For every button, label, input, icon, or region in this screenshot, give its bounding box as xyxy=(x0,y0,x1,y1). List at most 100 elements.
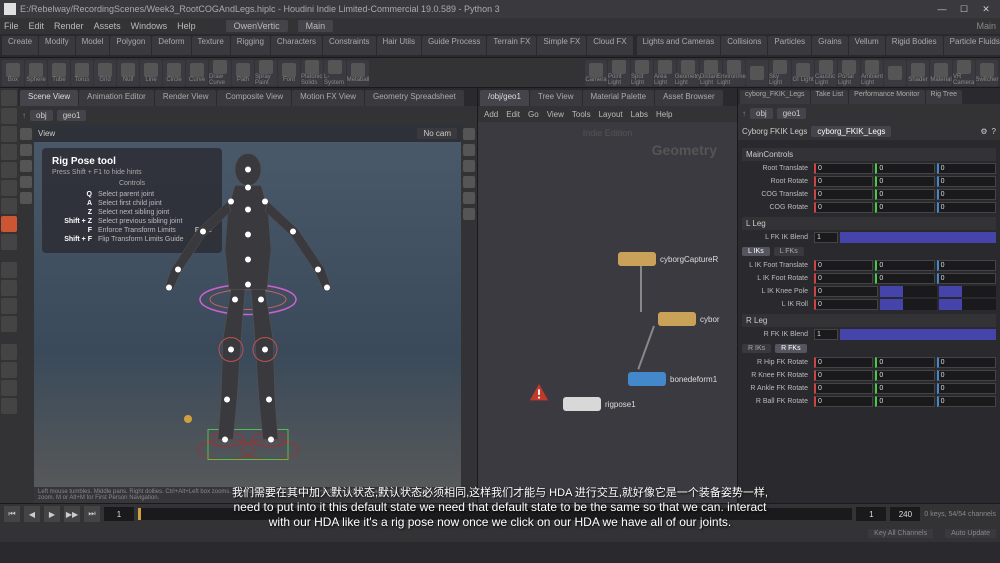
shelf-tab-vellum[interactable]: Vellum xyxy=(849,36,885,55)
vp-tab-composite-view[interactable]: Composite View xyxy=(217,90,291,106)
shelf-tool-environment-light[interactable]: Environment Light xyxy=(723,60,745,86)
shelf-tool-geometry-light[interactable]: Geometry Light xyxy=(677,60,699,86)
shelf-tab-particles[interactable]: Particles xyxy=(768,36,811,55)
end-frame[interactable]: 240 xyxy=(890,507,920,521)
minimize-button[interactable]: — xyxy=(932,2,952,16)
param-tab-0[interactable]: cyborg_FKIK_Legs xyxy=(740,90,810,104)
param-field[interactable]: 0 xyxy=(875,202,934,213)
shelf-tab-hair-utils[interactable]: Hair Utils xyxy=(377,36,421,55)
net-tab-3[interactable]: Asset Browser xyxy=(655,90,723,106)
tool-pose[interactable] xyxy=(1,216,17,232)
net-menu-help[interactable]: Help xyxy=(656,110,672,119)
net-menu-go[interactable]: Go xyxy=(528,110,539,119)
shelf-tool-spray-paint[interactable]: Spray Paint xyxy=(255,60,277,86)
viewport-canvas[interactable]: View No cam Rig Pose tool Press Shift + … xyxy=(34,124,461,503)
main-dropdown[interactable]: Main xyxy=(298,20,334,32)
vp-tab-geometry-spreadsheet[interactable]: Geometry Spreadsheet xyxy=(365,90,464,106)
gear-icon[interactable]: ⚙ xyxy=(980,127,987,136)
play-last-button[interactable]: ⏭ xyxy=(84,506,100,522)
param-field[interactable]: 0 xyxy=(875,260,934,271)
lleg-blend-value[interactable]: 1 xyxy=(814,232,838,243)
shelf-tool-platonic-solids[interactable]: Platonic Solids xyxy=(301,60,323,86)
shelf-tool-shader[interactable]: Shader xyxy=(907,60,929,86)
param-tab-2[interactable]: Performance Monitor xyxy=(849,90,924,104)
net-menu-edit[interactable]: Edit xyxy=(506,110,520,119)
path-obj[interactable]: obj xyxy=(30,110,53,121)
vp-normals-icon[interactable] xyxy=(463,160,475,172)
tool-view[interactable] xyxy=(1,90,17,106)
vp-prims-icon[interactable] xyxy=(463,192,475,204)
section-lleg[interactable]: L Leg xyxy=(742,217,996,230)
section-main[interactable]: MainControls xyxy=(742,148,996,161)
net-menu-tools[interactable]: Tools xyxy=(572,110,591,119)
shelf-tab-texture[interactable]: Texture xyxy=(192,36,230,55)
tool-rotate[interactable] xyxy=(1,180,17,196)
vp-display-opt-icon[interactable] xyxy=(20,128,32,140)
params-path-geo1[interactable]: geo1 xyxy=(777,108,807,119)
subtab-lfks[interactable]: L FKs xyxy=(774,247,804,256)
shelf-tool-draw-curve[interactable]: Draw Curve xyxy=(209,60,231,86)
net-tab-2[interactable]: Material Palette xyxy=(583,90,655,106)
net-tab-1[interactable]: Tree View xyxy=(530,90,582,106)
shelf-tool-area-light[interactable]: Area Light xyxy=(654,60,676,86)
param-field[interactable]: 0 xyxy=(875,396,934,407)
shelf-tool-tube[interactable]: Tube xyxy=(48,60,70,86)
shelf-tab-rigid-bodies[interactable]: Rigid Bodies xyxy=(886,36,943,55)
tool-misc4[interactable] xyxy=(1,398,17,414)
param-field[interactable]: 0 xyxy=(937,189,996,200)
shelf-tool-line[interactable]: Line xyxy=(140,60,162,86)
shelf-tab-grains[interactable]: Grains xyxy=(812,36,848,55)
menu-help[interactable]: Help xyxy=(177,21,196,31)
tool-snap2[interactable] xyxy=(1,280,17,296)
shelf-tool-torus[interactable]: Torus xyxy=(71,60,93,86)
auto-update-dropdown[interactable]: Auto Update xyxy=(945,529,996,538)
shelf-tool-blank[interactable] xyxy=(746,60,768,86)
node-name-field[interactable]: cyborg_FKIK_Legs xyxy=(811,126,891,137)
param-field[interactable]: 0 xyxy=(937,383,996,394)
shelf-tool-sphere[interactable]: Sphere xyxy=(25,60,47,86)
vp-ghost-icon[interactable] xyxy=(20,160,32,172)
help-icon[interactable]: ? xyxy=(992,127,996,136)
shelf-tool-box[interactable]: Box xyxy=(2,60,24,86)
param-field[interactable]: 0 xyxy=(875,357,934,368)
shelf-tool-material[interactable]: Material xyxy=(930,60,952,86)
shelf-tool-point-light[interactable]: Point Light xyxy=(608,60,630,86)
menu-windows[interactable]: Windows xyxy=(131,21,168,31)
param-field[interactable]: 0 xyxy=(814,202,873,213)
timeline-scrubber[interactable] xyxy=(138,508,852,520)
param-tab-3[interactable]: Rig Tree xyxy=(926,90,962,104)
vp-shaded-icon[interactable] xyxy=(463,144,475,156)
param-slider[interactable] xyxy=(939,299,996,310)
param-field[interactable]: 0 xyxy=(937,163,996,174)
shelf-tool-vr-camera[interactable]: VR Camera xyxy=(953,60,975,86)
shelf-tool-blank[interactable] xyxy=(884,60,906,86)
network-canvas[interactable]: Indie Edition Geometry cyborgCaptureRcyb… xyxy=(478,122,737,503)
shelf-tool-font[interactable]: Font xyxy=(278,60,300,86)
net-tab-0[interactable]: /obj/geo1 xyxy=(480,90,529,106)
shelf-tab-characters[interactable]: Characters xyxy=(271,36,322,55)
net-menu-view[interactable]: View xyxy=(547,110,564,119)
shelf-tool-switcher[interactable]: Switcher xyxy=(976,60,998,86)
vp-light-icon[interactable] xyxy=(20,144,32,156)
play-first-button[interactable]: ⏮ xyxy=(4,506,20,522)
param-slider[interactable] xyxy=(880,299,937,310)
node-bonedeform1[interactable]: bonedeform1 xyxy=(628,372,717,386)
shelf-tab-modify[interactable]: Modify xyxy=(39,36,75,55)
shelf-tool-spot-light[interactable]: Spot Light xyxy=(631,60,653,86)
param-field[interactable]: 0 xyxy=(814,286,878,297)
param-field[interactable]: 0 xyxy=(814,260,873,271)
tool-snap3[interactable] xyxy=(1,298,17,314)
param-field[interactable]: 0 xyxy=(937,260,996,271)
net-menu-labs[interactable]: Labs xyxy=(631,110,648,119)
net-menu-layout[interactable]: Layout xyxy=(599,110,623,119)
shelf-tab-particle-fluids[interactable]: Particle Fluids xyxy=(944,36,1000,55)
tool-misc3[interactable] xyxy=(1,380,17,396)
play-button[interactable]: ▶ xyxy=(44,506,60,522)
shelf-tab-model[interactable]: Model xyxy=(76,36,110,55)
param-field[interactable]: 0 xyxy=(937,357,996,368)
subtab-liks[interactable]: L IKs xyxy=(742,247,770,256)
shelf-tab-guide-process[interactable]: Guide Process xyxy=(422,36,486,55)
shelf-tool-grid[interactable]: Grid xyxy=(94,60,116,86)
rleg-blend-value[interactable]: 1 xyxy=(814,329,838,340)
tool-snap4[interactable] xyxy=(1,316,17,332)
